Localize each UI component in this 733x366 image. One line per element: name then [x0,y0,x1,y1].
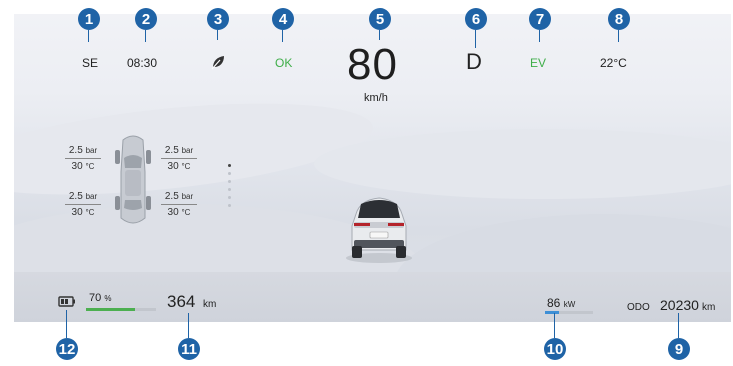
callout-marker-1: 1 [78,8,100,30]
dune-shape [314,129,731,199]
callout-marker-3: 3 [207,8,229,30]
vehicle-image [344,192,414,264]
callout-line [66,310,67,338]
callout-line [379,30,380,40]
callout-marker-2: 2 [135,8,157,30]
callout-marker-11: 11 [178,338,200,360]
heading-indicator: SE [82,56,99,70]
tire-pressure: 2.5 bar [164,191,194,202]
page-indicator [228,196,231,199]
callout-marker-10: 10 [544,338,566,360]
tire-status-front-left: 2.5 bar 30 °C [61,144,105,173]
callout-line [539,30,540,42]
page-indicator [228,180,231,183]
battery-icon [58,294,76,307]
callout-marker-6: 6 [465,8,487,30]
power-value: 86 kW [547,296,576,310]
gear-indicator: D [466,49,482,74]
callout-line [475,30,476,48]
callout-line [217,30,218,40]
speed-value: 80 [347,40,398,89]
range-unit: km [203,299,217,310]
tire-temp: 30 °C [167,161,191,172]
callout-marker-8: 8 [608,8,630,30]
callout-marker-9: 9 [668,338,690,360]
leaf-icon [210,54,226,70]
callout-line [88,30,89,42]
outside-temperature: 22°C [600,56,627,70]
tire-pressure: 2.5 bar [68,145,98,156]
status-text: OK [275,56,293,70]
battery-level-bar [86,308,156,311]
callout-marker-7: 7 [529,8,551,30]
road [14,272,731,322]
tire-status-front-right: 2.5 bar 30 °C [157,144,201,173]
page-indicator-active [228,164,231,167]
battery-level-fill [86,308,135,311]
tire-temp: 30 °C [167,207,191,218]
battery-percent: 70 % [89,292,112,304]
drive-mode: EV [530,56,547,70]
callout-marker-4: 4 [272,8,294,30]
power-level-bar [545,311,593,314]
callout-line [188,313,189,338]
callout-line [145,30,146,42]
car-top-view-icon [111,132,155,230]
callout-line [282,30,283,42]
odometer-label: ODO [627,302,650,313]
page-indicator [228,188,231,191]
tire-status-rear-left: 2.5 bar 30 °C [61,190,105,219]
tire-pressure: 2.5 bar [68,191,98,202]
odometer-value: 20230 [660,297,699,313]
speed-unit: km/h [364,92,388,104]
callout-line [678,313,679,338]
callout-marker-5: 5 [369,8,391,30]
clock: 08:30 [127,56,158,70]
callout-line [554,313,555,338]
instrument-cluster: SE 08:30 OK 80 km/h D EV 22°C 2.5 bar 30… [14,14,731,322]
power-level-fill [545,311,560,314]
callout-line [618,30,619,42]
page-indicator [228,172,231,175]
tire-temp: 30 °C [71,161,95,172]
page-indicator [228,204,231,207]
tire-status-rear-right: 2.5 bar 30 °C [157,190,201,219]
tire-pressure: 2.5 bar [164,145,194,156]
tire-temp: 30 °C [71,207,95,218]
range-value: 364 [167,292,196,311]
callout-marker-12: 12 [56,338,78,360]
odometer-unit: km [702,302,716,313]
